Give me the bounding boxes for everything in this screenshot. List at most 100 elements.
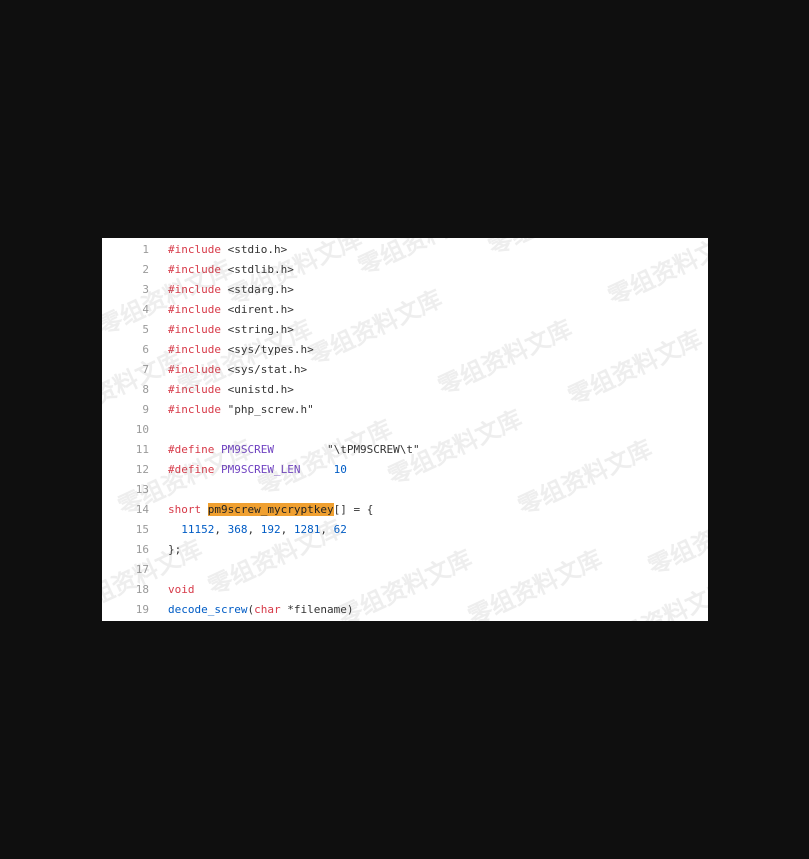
code-line: 4 #include <dirent.h>	[102, 300, 708, 320]
code-line: 1 #include <stdio.h>	[102, 240, 708, 260]
code-token: };	[168, 543, 182, 556]
line-number: 1	[142, 243, 149, 256]
line-number: 6	[142, 343, 149, 356]
line-text: 11152, 368, 192, 1281, 62	[168, 520, 347, 540]
code-line: 10	[102, 420, 708, 440]
code-token: <stdlib.h>	[220, 263, 294, 276]
highlighted-token: pm9screw_mycryptkey	[207, 503, 334, 516]
line-text: #include <string.h>	[168, 320, 294, 340]
line-text: #include "php_screw.h"	[168, 400, 314, 420]
code-token: 1281	[293, 523, 321, 536]
line-text: void	[168, 580, 195, 600]
code-line: 5 #include <string.h>	[102, 320, 708, 340]
code-token: #include	[168, 343, 221, 356]
code-line: 8 #include <unistd.h>	[102, 380, 708, 400]
code-token: #define	[168, 443, 215, 456]
code-token: ,	[247, 523, 261, 536]
line-number: 3	[142, 283, 149, 296]
code-token: void	[168, 583, 195, 596]
line-number: 16	[135, 543, 149, 556]
line-text: #define PM9SCREW "\tPM9SCREW\t"	[168, 440, 420, 460]
code-token: #include	[168, 263, 221, 276]
code-line: 11 #define PM9SCREW "\tPM9SCREW\t"	[102, 440, 708, 460]
line-text: #include <unistd.h>	[168, 380, 294, 400]
line-text: #include <stdarg.h>	[168, 280, 294, 300]
code-line: 6 #include <sys/types.h>	[102, 340, 708, 360]
code-token: <sys/stat.h>	[220, 363, 308, 376]
code-token: <string.h>	[220, 323, 294, 336]
code-line: 3 #include <stdarg.h>	[102, 280, 708, 300]
code-token: 11152	[181, 523, 215, 536]
line-number: 11	[135, 443, 149, 456]
line-number: 15	[135, 523, 149, 536]
code-token: short	[168, 503, 202, 516]
code-token: #include	[168, 283, 221, 296]
code-token: char	[254, 603, 281, 616]
line-number: 9	[142, 403, 149, 416]
line-number: 12	[135, 463, 149, 476]
code-line: 9 #include "php_screw.h"	[102, 400, 708, 420]
code-token: #include	[168, 363, 221, 376]
line-number: 19	[135, 603, 149, 616]
line-number: 14	[135, 503, 149, 516]
line-number: 13	[135, 483, 149, 496]
line-text: #include <stdio.h>	[168, 240, 287, 260]
code-line: 13	[102, 480, 708, 500]
code-line: 2 #include <stdlib.h>	[102, 260, 708, 280]
code-line: 15 11152, 368, 192, 1281, 62	[102, 520, 708, 540]
code-token: *filename)	[280, 603, 354, 616]
line-text: #include <sys/stat.h>	[168, 360, 307, 380]
line-text: short pm9screw_mycryptkey[] = {	[168, 500, 373, 520]
code-block: 1 #include <stdio.h> 2 #include <stdlib.h> 3…	[102, 240, 708, 620]
code-token: PM9SCREW	[220, 443, 274, 456]
line-number: 4	[142, 303, 149, 316]
line-text: };	[168, 540, 181, 560]
line-text: decode_screw(char *filename)	[168, 600, 353, 620]
code-line: 17	[102, 560, 708, 580]
code-token: <unistd.h>	[220, 383, 294, 396]
code-token: 368	[227, 523, 248, 536]
line-text: #include <sys/types.h>	[168, 340, 314, 360]
code-line: 12 #define PM9SCREW_LEN 10	[102, 460, 708, 480]
code-line: 14 short pm9screw_mycryptkey[] = {	[102, 500, 708, 520]
code-token: <stdio.h>	[220, 243, 288, 256]
code-token: "\tPM9SCREW\t"	[273, 443, 420, 456]
line-text: #include <dirent.h>	[168, 300, 294, 320]
code-token: <dirent.h>	[220, 303, 294, 316]
line-text: #define PM9SCREW_LEN 10	[168, 460, 347, 480]
line-number: 7	[142, 363, 149, 376]
code-token: <stdarg.h>	[220, 283, 294, 296]
code-token: #include	[168, 243, 221, 256]
code-line: 7 #include <sys/stat.h>	[102, 360, 708, 380]
code-line: 18 void	[102, 580, 708, 600]
code-token: #include	[168, 383, 221, 396]
code-token: <sys/types.h>	[220, 343, 314, 356]
code-line: 16};	[102, 540, 708, 560]
code-token: #include	[168, 303, 221, 316]
code-token: #define	[168, 463, 215, 476]
line-number: 10	[135, 423, 149, 436]
code-token: #include	[168, 323, 221, 336]
code-token: "php_screw.h"	[220, 403, 314, 416]
code-token: decode_screw	[168, 603, 248, 616]
code-token: PM9SCREW_LEN	[220, 463, 301, 476]
code-token: ,	[214, 523, 228, 536]
code-token: [] = {	[333, 503, 374, 516]
line-number: 8	[142, 383, 149, 396]
line-text: #include <stdlib.h>	[168, 260, 294, 280]
line-number: 18	[135, 583, 149, 596]
line-number: 2	[142, 263, 149, 276]
line-number: 5	[142, 323, 149, 336]
code-token: 10	[333, 463, 347, 476]
code-token: ,	[320, 523, 334, 536]
code-token: 62	[333, 523, 347, 536]
code-token: ,	[280, 523, 294, 536]
code-line: 19 decode_screw(char *filename)	[102, 600, 708, 620]
code-viewer: 1 #include <stdio.h> 2 #include <stdlib.h> 3…	[102, 238, 708, 621]
code-token: 192	[260, 523, 281, 536]
